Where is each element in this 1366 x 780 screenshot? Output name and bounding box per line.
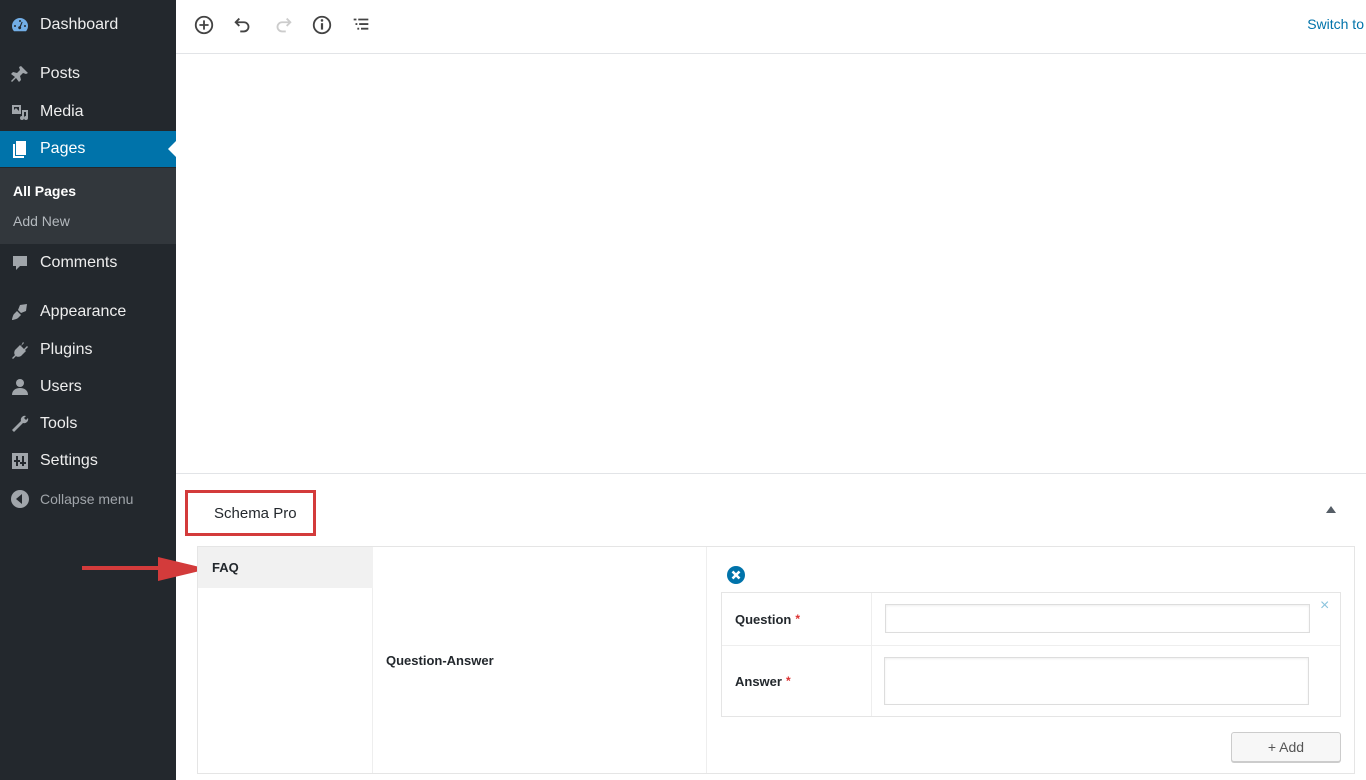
add-block-button[interactable] [189,12,219,38]
sidebar-label: Pages [40,140,86,157]
sidebar-label: Users [40,378,82,395]
sidebar-label: Plugins [40,341,93,358]
comment-icon [0,253,40,273]
redo-icon [276,17,292,33]
answer-label-text: Answer [735,673,782,689]
sidebar-item-users[interactable]: Users [0,369,176,405]
sidebar-item-settings[interactable]: Settings [0,443,176,479]
tab-faq[interactable]: FAQ [198,547,373,588]
editor-canvas[interactable] [176,55,1366,473]
collapse-label: Collapse menu [40,491,134,507]
schema-tabs: FAQ [198,547,373,773]
submenu-add-new[interactable]: Add New [13,213,70,229]
required-mark: * [795,612,801,626]
collapse-menu-button[interactable]: Collapse menu [0,481,176,517]
user-icon [0,377,40,397]
list-outline-icon [353,18,369,30]
media-icon [0,102,40,122]
sidebar-item-pages[interactable]: Pages [0,131,176,167]
question-label: Question * [722,593,872,645]
dashboard-icon [0,15,40,35]
sidebar-label: Comments [40,254,118,271]
sidebar-item-tools[interactable]: Tools [0,406,176,442]
remove-group-icon[interactable] [726,565,746,585]
sidebar-item-posts[interactable]: Posts [0,56,176,92]
divider [176,473,1366,474]
sidebar-label: Settings [40,452,98,469]
required-mark: * [785,674,791,688]
collapse-icon [0,489,40,509]
sidebar-item-plugins[interactable]: Plugins [0,332,176,368]
plug-icon [0,340,40,360]
question-answer-label: Question-Answer [386,653,494,668]
pages-submenu: All Pages Add New [0,168,176,244]
sidebar-item-dashboard[interactable]: Dashboard [0,7,176,43]
editor-toolbar: Switch to [176,0,1366,54]
paintbrush-icon [0,302,40,322]
sidebar-item-appearance[interactable]: Appearance [0,294,176,330]
sidebar-label: Tools [40,415,78,432]
answer-textarea[interactable] [884,657,1309,705]
wrench-icon [0,414,40,434]
answer-row: Answer * [722,646,1340,716]
schema-panel: FAQ Question-Answer Question * × Answer … [197,546,1355,774]
sidebar-item-comments[interactable]: Comments [0,245,176,281]
close-icon[interactable]: × [1320,598,1329,614]
question-label-text: Question [735,611,792,627]
sidebar-label: Dashboard [40,16,119,33]
pin-icon [0,64,40,84]
admin-sidebar: Dashboard Posts Media Pages All Pages Ad… [0,0,176,780]
submenu-all-pages[interactable]: All Pages [13,183,76,199]
redo-button[interactable] [268,12,298,38]
undo-icon [234,17,250,33]
answer-label: Answer * [722,646,872,716]
info-button[interactable] [307,12,337,38]
sidebar-label: Appearance [40,303,127,320]
outline-button[interactable] [346,12,376,38]
metabox-toggle-icon[interactable] [1326,506,1336,513]
metabox-title[interactable]: Schema Pro [185,490,316,536]
pages-icon [0,139,40,159]
plus-circle-icon [194,15,214,35]
field-group-label-col: Question-Answer [373,547,707,773]
sidebar-item-media[interactable]: Media [0,94,176,130]
undo-button[interactable] [228,12,258,38]
sidebar-label: Posts [40,65,81,82]
question-input[interactable] [885,604,1310,633]
settings-icon [0,451,40,471]
question-row: Question * × [722,593,1340,646]
annotation-arrow-icon [82,557,208,581]
add-button[interactable]: + Add [1231,732,1341,762]
sidebar-label: Media [40,103,84,120]
qa-repeater-row: Question * × Answer * [721,592,1341,717]
info-icon [312,15,332,35]
switch-editor-link[interactable]: Switch to [1307,16,1364,32]
